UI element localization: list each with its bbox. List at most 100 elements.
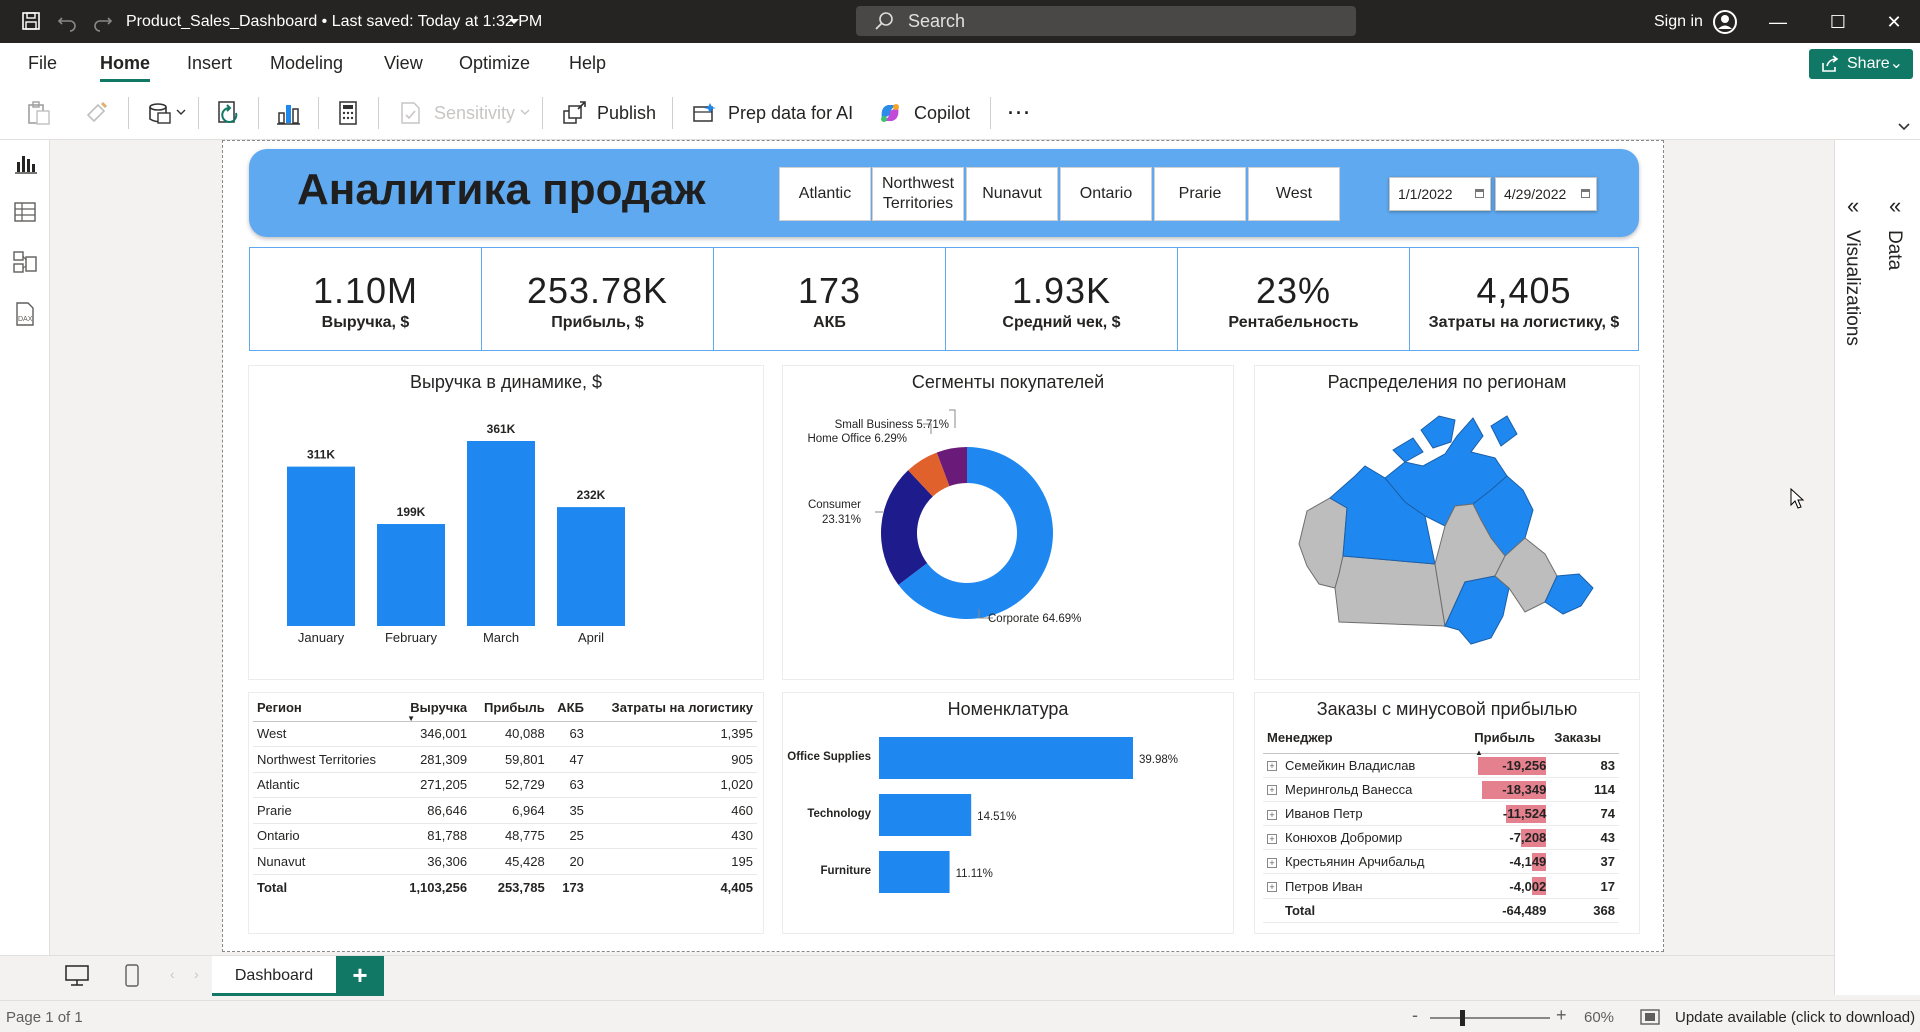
table-row[interactable]: + Конюхов Добромир -7,208 43 bbox=[1263, 825, 1619, 851]
table-row[interactable]: Ontario 81,788 48,775 25 430 bbox=[253, 823, 757, 849]
publish-button[interactable]: Publish bbox=[597, 103, 656, 124]
menu-home[interactable]: Home bbox=[100, 53, 151, 82]
table-row[interactable]: West 346,001 40,088 63 1,395 bbox=[253, 721, 757, 747]
expand-row-icon[interactable]: + bbox=[1267, 785, 1277, 796]
column-header[interactable]: Затраты на логистику bbox=[587, 695, 757, 722]
table-row[interactable]: + Семейкин Владислав -19,256 83 bbox=[1263, 753, 1619, 778]
bar-january[interactable] bbox=[287, 466, 355, 626]
zoom-in-button[interactable]: + bbox=[1556, 1005, 1567, 1026]
new-measure-icon[interactable] bbox=[334, 99, 362, 127]
copilot-button[interactable]: Copilot bbox=[914, 103, 970, 124]
zoom-level[interactable]: 60% bbox=[1584, 1009, 1614, 1026]
expand-row-icon[interactable]: + bbox=[1267, 761, 1277, 772]
more-options-button[interactable]: ··· bbox=[1008, 103, 1032, 124]
copilot-icon[interactable] bbox=[876, 99, 904, 127]
undo-icon[interactable] bbox=[56, 10, 78, 32]
zoom-slider-thumb[interactable] bbox=[1460, 1010, 1465, 1026]
column-header[interactable]: Регион bbox=[253, 695, 397, 722]
slicer-region-west[interactable]: West bbox=[1248, 167, 1340, 221]
new-visual-icon[interactable] bbox=[274, 99, 302, 127]
publish-icon[interactable] bbox=[560, 99, 588, 127]
expand-row-icon[interactable]: + bbox=[1267, 809, 1277, 820]
column-header[interactable]: Прибыль ▲ bbox=[1470, 723, 1551, 757]
chevron-down-icon[interactable] bbox=[508, 18, 520, 26]
data-pane-tab[interactable]: « Data bbox=[1879, 185, 1919, 445]
redo-icon[interactable] bbox=[92, 10, 114, 32]
kpi-card[interactable]: 253.78K Прибыль, $ bbox=[482, 248, 714, 350]
table-row[interactable]: + Петров Иван -4,002 17 bbox=[1263, 873, 1619, 899]
bar-february[interactable] bbox=[377, 524, 445, 626]
bar-office-supplies[interactable] bbox=[879, 737, 1133, 779]
column-header[interactable]: Заказы bbox=[1550, 723, 1619, 754]
paste-icon[interactable] bbox=[24, 99, 52, 127]
sensitivity-icon[interactable] bbox=[396, 99, 424, 127]
bar-technology[interactable] bbox=[879, 794, 972, 836]
report-view-icon[interactable] bbox=[11, 150, 39, 178]
bar-march[interactable] bbox=[467, 441, 535, 626]
menu-insert[interactable]: Insert bbox=[187, 53, 232, 74]
mobile-layout-icon[interactable] bbox=[124, 964, 140, 988]
kpi-card[interactable]: 1.93K Средний чек, $ bbox=[946, 248, 1178, 350]
region-map-card[interactable]: Распределения по регионам bbox=[1255, 366, 1639, 679]
share-button[interactable]: Share ⌄ bbox=[1809, 49, 1913, 79]
expand-row-icon[interactable]: + bbox=[1267, 833, 1277, 844]
page-tab-dashboard[interactable]: Dashboard bbox=[212, 956, 336, 996]
search-box[interactable]: Search bbox=[856, 6, 1356, 36]
column-header[interactable]: Выручка ▼ bbox=[396, 695, 472, 723]
sensitivity-button[interactable]: Sensitivity bbox=[434, 103, 515, 124]
dax-query-icon[interactable]: DAX bbox=[11, 300, 39, 328]
menu-optimize[interactable]: Optimize bbox=[459, 53, 530, 74]
table-view-icon[interactable] bbox=[11, 198, 39, 226]
kpi-card[interactable]: 173 АКБ bbox=[714, 248, 946, 350]
zoom-out-button[interactable]: - bbox=[1412, 1005, 1418, 1026]
prev-page-icon[interactable]: ‹ bbox=[170, 966, 175, 982]
table-row[interactable]: Atlantic 271,205 52,729 63 1,020 bbox=[253, 772, 757, 798]
model-view-icon[interactable] bbox=[11, 248, 39, 276]
bar-furniture[interactable] bbox=[879, 851, 950, 893]
calendar-icon[interactable] bbox=[1581, 189, 1590, 198]
chevron-down-icon[interactable] bbox=[176, 109, 186, 116]
table-row[interactable]: Northwest Territories 281,309 59,801 47 905 bbox=[253, 746, 757, 773]
column-header[interactable]: Прибыль bbox=[471, 695, 549, 722]
prep-data-icon[interactable] bbox=[690, 99, 718, 127]
date-to-input[interactable]: 4/29/2022 bbox=[1495, 177, 1597, 211]
slicer-region-atlantic[interactable]: Atlantic bbox=[779, 167, 871, 221]
menu-view[interactable]: View bbox=[384, 53, 423, 74]
table-row[interactable]: Prarie 86,646 6,964 35 460 bbox=[253, 797, 757, 824]
account-icon[interactable] bbox=[1712, 9, 1738, 35]
document-title[interactable]: Product_Sales_Dashboard • Last saved: To… bbox=[126, 13, 542, 31]
revenue-chart-card[interactable]: Выручка в динамике, $ 311K January 199K Feb… bbox=[249, 366, 763, 679]
column-header[interactable]: Менеджер bbox=[1263, 723, 1471, 754]
update-available-link[interactable]: Update available (click to download) bbox=[1675, 1009, 1915, 1026]
desktop-layout-icon[interactable] bbox=[64, 964, 90, 988]
format-painter-icon[interactable] bbox=[82, 99, 110, 127]
collapse-ribbon-icon[interactable] bbox=[1898, 123, 1910, 131]
sign-in-link[interactable]: Sign in bbox=[1654, 13, 1703, 31]
kpi-card[interactable]: 23% Рентабельность bbox=[1178, 248, 1410, 350]
zoom-slider-track[interactable] bbox=[1430, 1017, 1550, 1019]
expand-row-icon[interactable]: + bbox=[1267, 882, 1277, 893]
maximize-button[interactable]: ☐ bbox=[1818, 8, 1858, 36]
visualizations-pane-tab[interactable]: « Visualizations bbox=[1837, 185, 1877, 445]
segments-chart-card[interactable]: Сегменты покупателей Corporate 64.69% Con… bbox=[783, 366, 1233, 679]
nomenclature-chart-card[interactable]: Номенклатура Office Supplies 39.98% Techno… bbox=[783, 693, 1233, 933]
calendar-icon[interactable] bbox=[1475, 189, 1484, 198]
close-button[interactable]: ✕ bbox=[1874, 8, 1914, 36]
menu-modeling[interactable]: Modeling bbox=[270, 53, 343, 74]
table-row[interactable]: + Мерингольд Ванесса -18,349 114 bbox=[1263, 777, 1619, 802]
slicer-region-prarie[interactable]: Prarie bbox=[1154, 167, 1246, 221]
menu-file[interactable]: File bbox=[28, 53, 57, 74]
table-row[interactable]: + Крестьянин Арчибальд -4,149 37 bbox=[1263, 849, 1619, 875]
column-header[interactable]: АКБ bbox=[548, 695, 588, 722]
slicer-region-nunavut[interactable]: Nunavut bbox=[966, 167, 1058, 221]
table-row[interactable]: Nunavut 36,306 45,428 20 195 bbox=[253, 848, 757, 875]
save-icon[interactable] bbox=[20, 10, 42, 32]
kpi-card[interactable]: 1.10M Выручка, $ bbox=[250, 248, 482, 350]
refresh-icon[interactable] bbox=[214, 99, 242, 127]
minimize-button[interactable]: — bbox=[1758, 8, 1798, 36]
slicer-region-northwest-territories[interactable]: Northwest Territories bbox=[872, 167, 964, 221]
kpi-card[interactable]: 4,405 Затраты на логистику, $ bbox=[1410, 248, 1638, 350]
next-page-icon[interactable]: › bbox=[194, 966, 199, 982]
negative-orders-card[interactable]: Заказы с минусовой прибылью Менеджер При… bbox=[1255, 693, 1639, 933]
expand-row-icon[interactable]: + bbox=[1267, 857, 1277, 868]
